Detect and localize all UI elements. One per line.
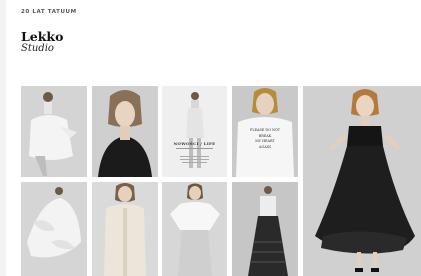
photo-white-shirt-skirt[interactable] [162,182,227,276]
photo-magazine-page[interactable]: NOWOŚCI / LIFE [162,86,227,177]
photo-grid: NOWOŚCI / LIFE PLEASE DO NOT BREAK MY HE… [0,0,421,276]
tshirt-print-line-4: AGAIN [259,144,271,149]
photo-white-tee-print[interactable]: PLEASE DO NOT BREAK MY HEART AGAIN [232,86,298,177]
tshirt-print: PLEASE DO NOT BREAK MY HEART AGAIN [242,128,288,150]
photo-white-ruffle-dress[interactable] [21,182,87,276]
photo-black-sheer-skirt[interactable] [232,182,298,276]
photo-white-dress-sitting[interactable] [21,86,87,177]
magazine-caption: NOWOŚCI / LIFE [173,141,216,146]
photo-black-gown-large[interactable] [303,86,421,276]
photo-linen-suit[interactable] [92,182,158,276]
photo-portrait-bob[interactable] [92,86,158,177]
